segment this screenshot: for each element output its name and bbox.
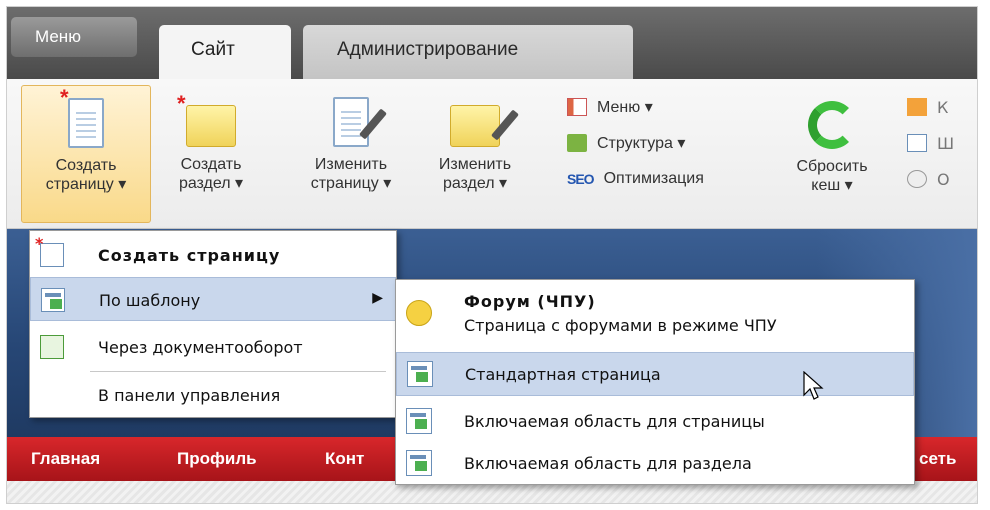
forum-description: Страница с форумами в режиме ЧПУ <box>464 316 777 335</box>
menu-item-create-page[interactable]: Создать страницу <box>30 233 396 277</box>
reset-cache-label-2: кеш ▾ <box>811 177 853 194</box>
mouse-cursor-icon <box>803 371 824 400</box>
nav-home[interactable]: Главная <box>31 449 100 469</box>
edit-page-button[interactable]: Изменить страницу ▾ <box>291 85 411 223</box>
submenu-item-label: Включаемая область для раздела <box>464 454 752 473</box>
edit-page-label-2: страницу ▾ <box>310 175 392 192</box>
tab-administration[interactable]: Администрирование <box>303 25 633 79</box>
edit-section-label-1: Изменить <box>438 156 512 173</box>
workflow-document-icon <box>40 335 64 359</box>
new-page-icon <box>35 234 64 267</box>
submenu-item-label: Включаемая область для страницы <box>464 412 765 431</box>
menu-separator <box>90 371 386 372</box>
ribbon-right-column: К Ш О <box>907 89 954 197</box>
ribbon-small-list: Меню ▾ Структура ▾ SEO Оптимизация <box>567 89 704 197</box>
nav-contacts[interactable]: Конт <box>325 449 364 469</box>
optimization-label: Оптимизация <box>603 170 704 187</box>
menu-list-icon <box>567 98 587 116</box>
create-page-menu: Создать страницу По шаблону ▶ Через доку… <box>29 230 397 418</box>
new-folder-icon: * <box>177 93 236 147</box>
menu-item-by-template[interactable]: По шаблону ▶ <box>30 277 396 321</box>
submenu-item-forum[interactable]: Форум (ЧПУ) Страница с форумами в режиме… <box>396 280 914 346</box>
template-icon <box>406 450 432 476</box>
submenu-item-standard-page[interactable]: Стандартная страница <box>396 352 914 396</box>
submenu-item-include-section[interactable]: Включаемая область для раздела <box>396 442 914 486</box>
window-frame: Меню Сайт Администрирование * Создать ст… <box>6 6 978 504</box>
right-item-2-label: Ш <box>937 133 955 153</box>
edit-section-button[interactable]: Изменить раздел ▾ <box>419 85 531 223</box>
gauge-icon <box>907 170 927 188</box>
menu-item-label: В панели управления <box>98 386 281 405</box>
seo-icon: SEO <box>567 171 595 187</box>
menu-dropdown-button[interactable]: Меню ▾ <box>567 89 704 125</box>
optimization-button[interactable]: SEO Оптимизация <box>567 161 704 197</box>
right-item-1[interactable]: К <box>907 89 954 125</box>
tab-site[interactable]: Сайт <box>159 25 291 79</box>
nav-network[interactable]: сеть <box>919 449 956 469</box>
template-icon <box>406 408 432 434</box>
structure-dropdown-button[interactable]: Структура ▾ <box>567 125 704 161</box>
create-section-label-2: раздел ▾ <box>178 175 244 192</box>
create-section-button[interactable]: * Создать раздел ▾ <box>155 85 267 223</box>
reset-cache-label-1: Сбросить <box>796 158 868 175</box>
edit-page-icon <box>333 97 387 147</box>
menu-item-label: Через документооборот <box>98 338 303 357</box>
edit-section-label-2: раздел ▾ <box>442 175 508 192</box>
template-submenu: Форум (ЧПУ) Страница с форумами в режиме… <box>395 279 915 485</box>
components-icon <box>907 98 927 116</box>
menu-item-control-panel[interactable]: В панели управления <box>30 373 396 417</box>
new-page-icon: * <box>60 87 104 148</box>
ribbon-toolbar: * Создать страницу ▾ * Создать раздел ▾ … <box>7 79 977 229</box>
template-icon <box>907 134 927 152</box>
refresh-icon <box>808 101 856 149</box>
create-page-label-1: Создать <box>55 157 117 174</box>
nav-profile[interactable]: Профиль <box>177 449 257 469</box>
structure-label: Структура ▾ <box>597 135 686 152</box>
create-page-label-2: страницу ▾ <box>45 176 127 193</box>
submenu-item-include-page[interactable]: Включаемая область для страницы <box>396 398 914 442</box>
structure-icon <box>567 134 587 152</box>
edit-page-label-1: Изменить <box>314 156 388 173</box>
create-page-button[interactable]: * Создать страницу ▾ <box>21 85 151 223</box>
tab-menu[interactable]: Меню <box>11 17 137 57</box>
template-icon <box>41 288 65 312</box>
submenu-item-label: Стандартная страница <box>465 365 661 384</box>
menu-item-label: По шаблону <box>99 291 201 310</box>
forum-smiley-icon <box>406 300 432 326</box>
forum-title: Форум (ЧПУ) <box>464 292 596 311</box>
template-icon <box>407 361 433 387</box>
right-item-1-label: К <box>937 97 949 117</box>
menu-item-label: Создать страницу <box>98 246 281 265</box>
edit-folder-icon <box>450 105 519 147</box>
menu-label: Меню ▾ <box>597 99 653 116</box>
right-item-3[interactable]: О <box>907 161 954 197</box>
top-tab-bar: Меню Сайт Администрирование <box>7 7 977 79</box>
right-item-2[interactable]: Ш <box>907 125 954 161</box>
reset-cache-button[interactable]: Сбросить кеш ▾ <box>777 85 887 223</box>
right-item-3-label: О <box>937 169 950 189</box>
submenu-arrow-icon: ▶ <box>372 290 383 306</box>
create-section-label-1: Создать <box>180 156 242 173</box>
menu-item-workflow[interactable]: Через документооборот <box>30 325 396 369</box>
